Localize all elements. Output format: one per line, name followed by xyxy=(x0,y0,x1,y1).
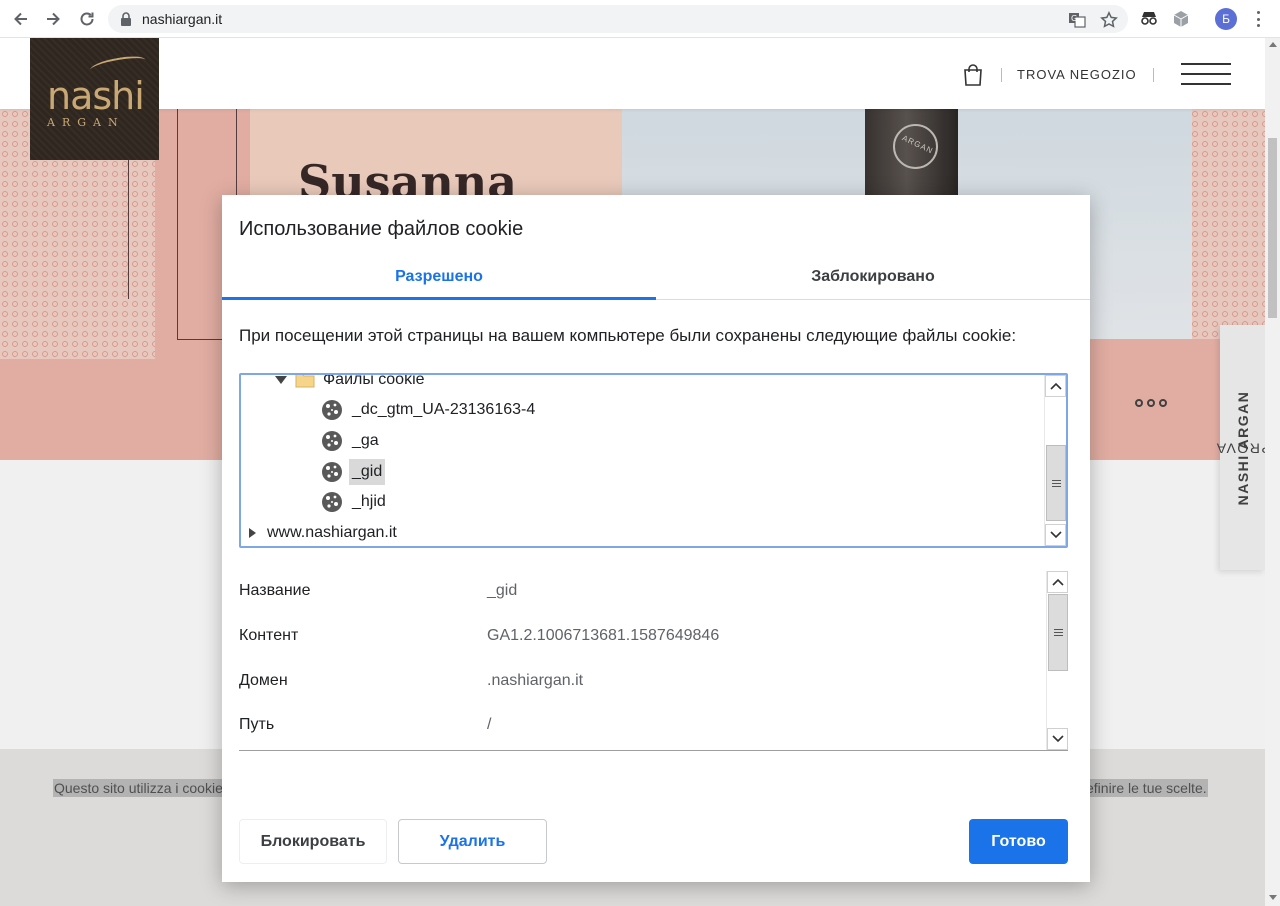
tree-folder-label: Файлы cookie xyxy=(323,373,425,388)
cookie-tree[interactable]: Файлы cookie _dc_gtm_UA-23136163-4 _ga _… xyxy=(239,373,1068,548)
scroll-up-icon[interactable] xyxy=(1269,42,1277,47)
tree-cookie-label: _ga xyxy=(352,432,379,449)
browser-toolbar: nashiargan.it G Б xyxy=(0,0,1280,38)
bottle-logo: ARGAN xyxy=(893,124,938,169)
detail-value: .nashiargan.it xyxy=(487,672,584,689)
scroll-up-button[interactable] xyxy=(1047,571,1068,593)
chevron-down-icon xyxy=(1049,531,1062,539)
dialog-tabs: Разрешено Заблокировано xyxy=(222,255,1090,300)
tree-domain-label: www.nashiargan.it xyxy=(267,524,397,541)
cookie-banner-text: Questo sito utilizza i cookie xyxy=(53,779,224,797)
detail-value: GA1.2.1006713681.1587649846 xyxy=(487,627,720,644)
side-tab-label: PROVA NASHI ARGAN xyxy=(1215,390,1265,505)
lock-icon[interactable] xyxy=(120,12,132,26)
tree-cookie-label: _hjid xyxy=(352,493,386,510)
side-tab-prefix: PROVA xyxy=(1214,439,1265,456)
tree-cookie-label: _gid xyxy=(349,459,386,485)
details-scrollbar[interactable] xyxy=(1046,571,1068,750)
scroll-down-button[interactable] xyxy=(1045,524,1066,546)
scroll-down-icon[interactable] xyxy=(1269,895,1277,900)
logo-main-text: nashi xyxy=(47,74,145,118)
detail-value: _gid xyxy=(487,582,518,599)
slider-dot[interactable] xyxy=(1147,399,1155,407)
cookie-details: Название _gid Контент GA1.2.1006713681.1… xyxy=(239,571,1068,751)
page-scrollbar[interactable] xyxy=(1265,38,1280,906)
header-separator xyxy=(1153,68,1154,82)
bottle-logo-text: ARGAN xyxy=(900,133,935,156)
collapse-arrow-icon[interactable] xyxy=(249,528,256,538)
site-header: TROVA NEGOZIO xyxy=(0,38,1265,109)
delete-button[interactable]: Удалить xyxy=(398,819,547,864)
prova-nashi-argan-tab[interactable]: PROVA NASHI ARGAN xyxy=(1215,325,1265,570)
chevron-down-icon xyxy=(1051,735,1064,743)
svg-text:G: G xyxy=(1071,14,1077,23)
reload-icon xyxy=(80,12,94,26)
slider-dots[interactable] xyxy=(1135,399,1167,407)
detail-key: Домен xyxy=(239,672,288,689)
detail-key: Название xyxy=(239,582,311,599)
chevron-up-icon xyxy=(1049,382,1062,390)
header-separator xyxy=(1001,68,1002,82)
tree-cookie-label: _dc_gtm_UA-23136163-4 xyxy=(352,401,536,418)
cookies-dialog: Использование файлов cookie Разрешено За… xyxy=(222,195,1090,882)
done-button[interactable]: Готово xyxy=(969,819,1068,864)
cookie-banner-text-end: efinire le tue scelte. xyxy=(1085,779,1208,797)
translate-icon[interactable]: G xyxy=(1068,11,1086,29)
expand-arrow-icon[interactable] xyxy=(275,376,287,384)
cookie-icon xyxy=(322,462,342,482)
folder-icon xyxy=(295,375,315,388)
browser-menu-icon[interactable] xyxy=(1253,9,1263,29)
incognito-extension-icon[interactable] xyxy=(1140,10,1158,26)
tab-blocked[interactable]: Заблокировано xyxy=(656,255,1090,300)
cube-extension-icon[interactable] xyxy=(1173,10,1189,28)
hero-pattern xyxy=(1190,109,1265,339)
block-button[interactable]: Блокировать xyxy=(239,819,387,864)
cookie-icon xyxy=(322,400,342,420)
detail-value: / xyxy=(487,716,492,733)
grip-icon xyxy=(1051,479,1061,487)
profile-avatar[interactable]: Б xyxy=(1215,8,1237,30)
star-icon[interactable] xyxy=(1100,11,1118,29)
dialog-description: При посещении этой страницы на вашем ком… xyxy=(239,326,1017,345)
cookie-icon xyxy=(322,431,342,451)
hamburger-menu-icon[interactable] xyxy=(1181,63,1231,85)
shopping-bag-icon[interactable] xyxy=(963,64,983,86)
find-store-link[interactable]: TROVA NEGOZIO xyxy=(1017,67,1137,82)
detail-key: Путь xyxy=(239,716,275,733)
tab-allowed[interactable]: Разрешено xyxy=(222,255,656,300)
slider-dot[interactable] xyxy=(1135,399,1143,407)
forward-button[interactable] xyxy=(42,8,64,30)
cookie-tree-scrollbar[interactable] xyxy=(1044,375,1066,546)
address-bar[interactable]: nashiargan.it G xyxy=(108,5,1128,33)
url-text[interactable]: nashiargan.it xyxy=(142,11,222,27)
scroll-up-button[interactable] xyxy=(1045,375,1066,397)
scrollbar-thumb[interactable] xyxy=(1048,594,1068,671)
arrow-right-icon xyxy=(47,12,60,26)
reload-button[interactable] xyxy=(76,8,98,30)
dialog-title: Использование файлов cookie xyxy=(239,218,524,240)
logo-sub-text: ARGAN xyxy=(47,116,125,129)
back-button[interactable] xyxy=(10,8,32,30)
arrow-left-icon xyxy=(14,12,27,26)
chevron-up-icon xyxy=(1051,578,1064,586)
slider-dot[interactable] xyxy=(1159,399,1167,407)
page-scrollbar-thumb[interactable] xyxy=(1268,138,1277,318)
grip-icon xyxy=(1053,629,1063,636)
nashi-argan-logo[interactable]: nashi ARGAN xyxy=(30,38,159,160)
cookie-icon xyxy=(322,492,342,512)
detail-key: Контент xyxy=(239,627,299,644)
scrollbar-thumb[interactable] xyxy=(1046,445,1066,521)
scroll-down-button[interactable] xyxy=(1047,728,1068,750)
